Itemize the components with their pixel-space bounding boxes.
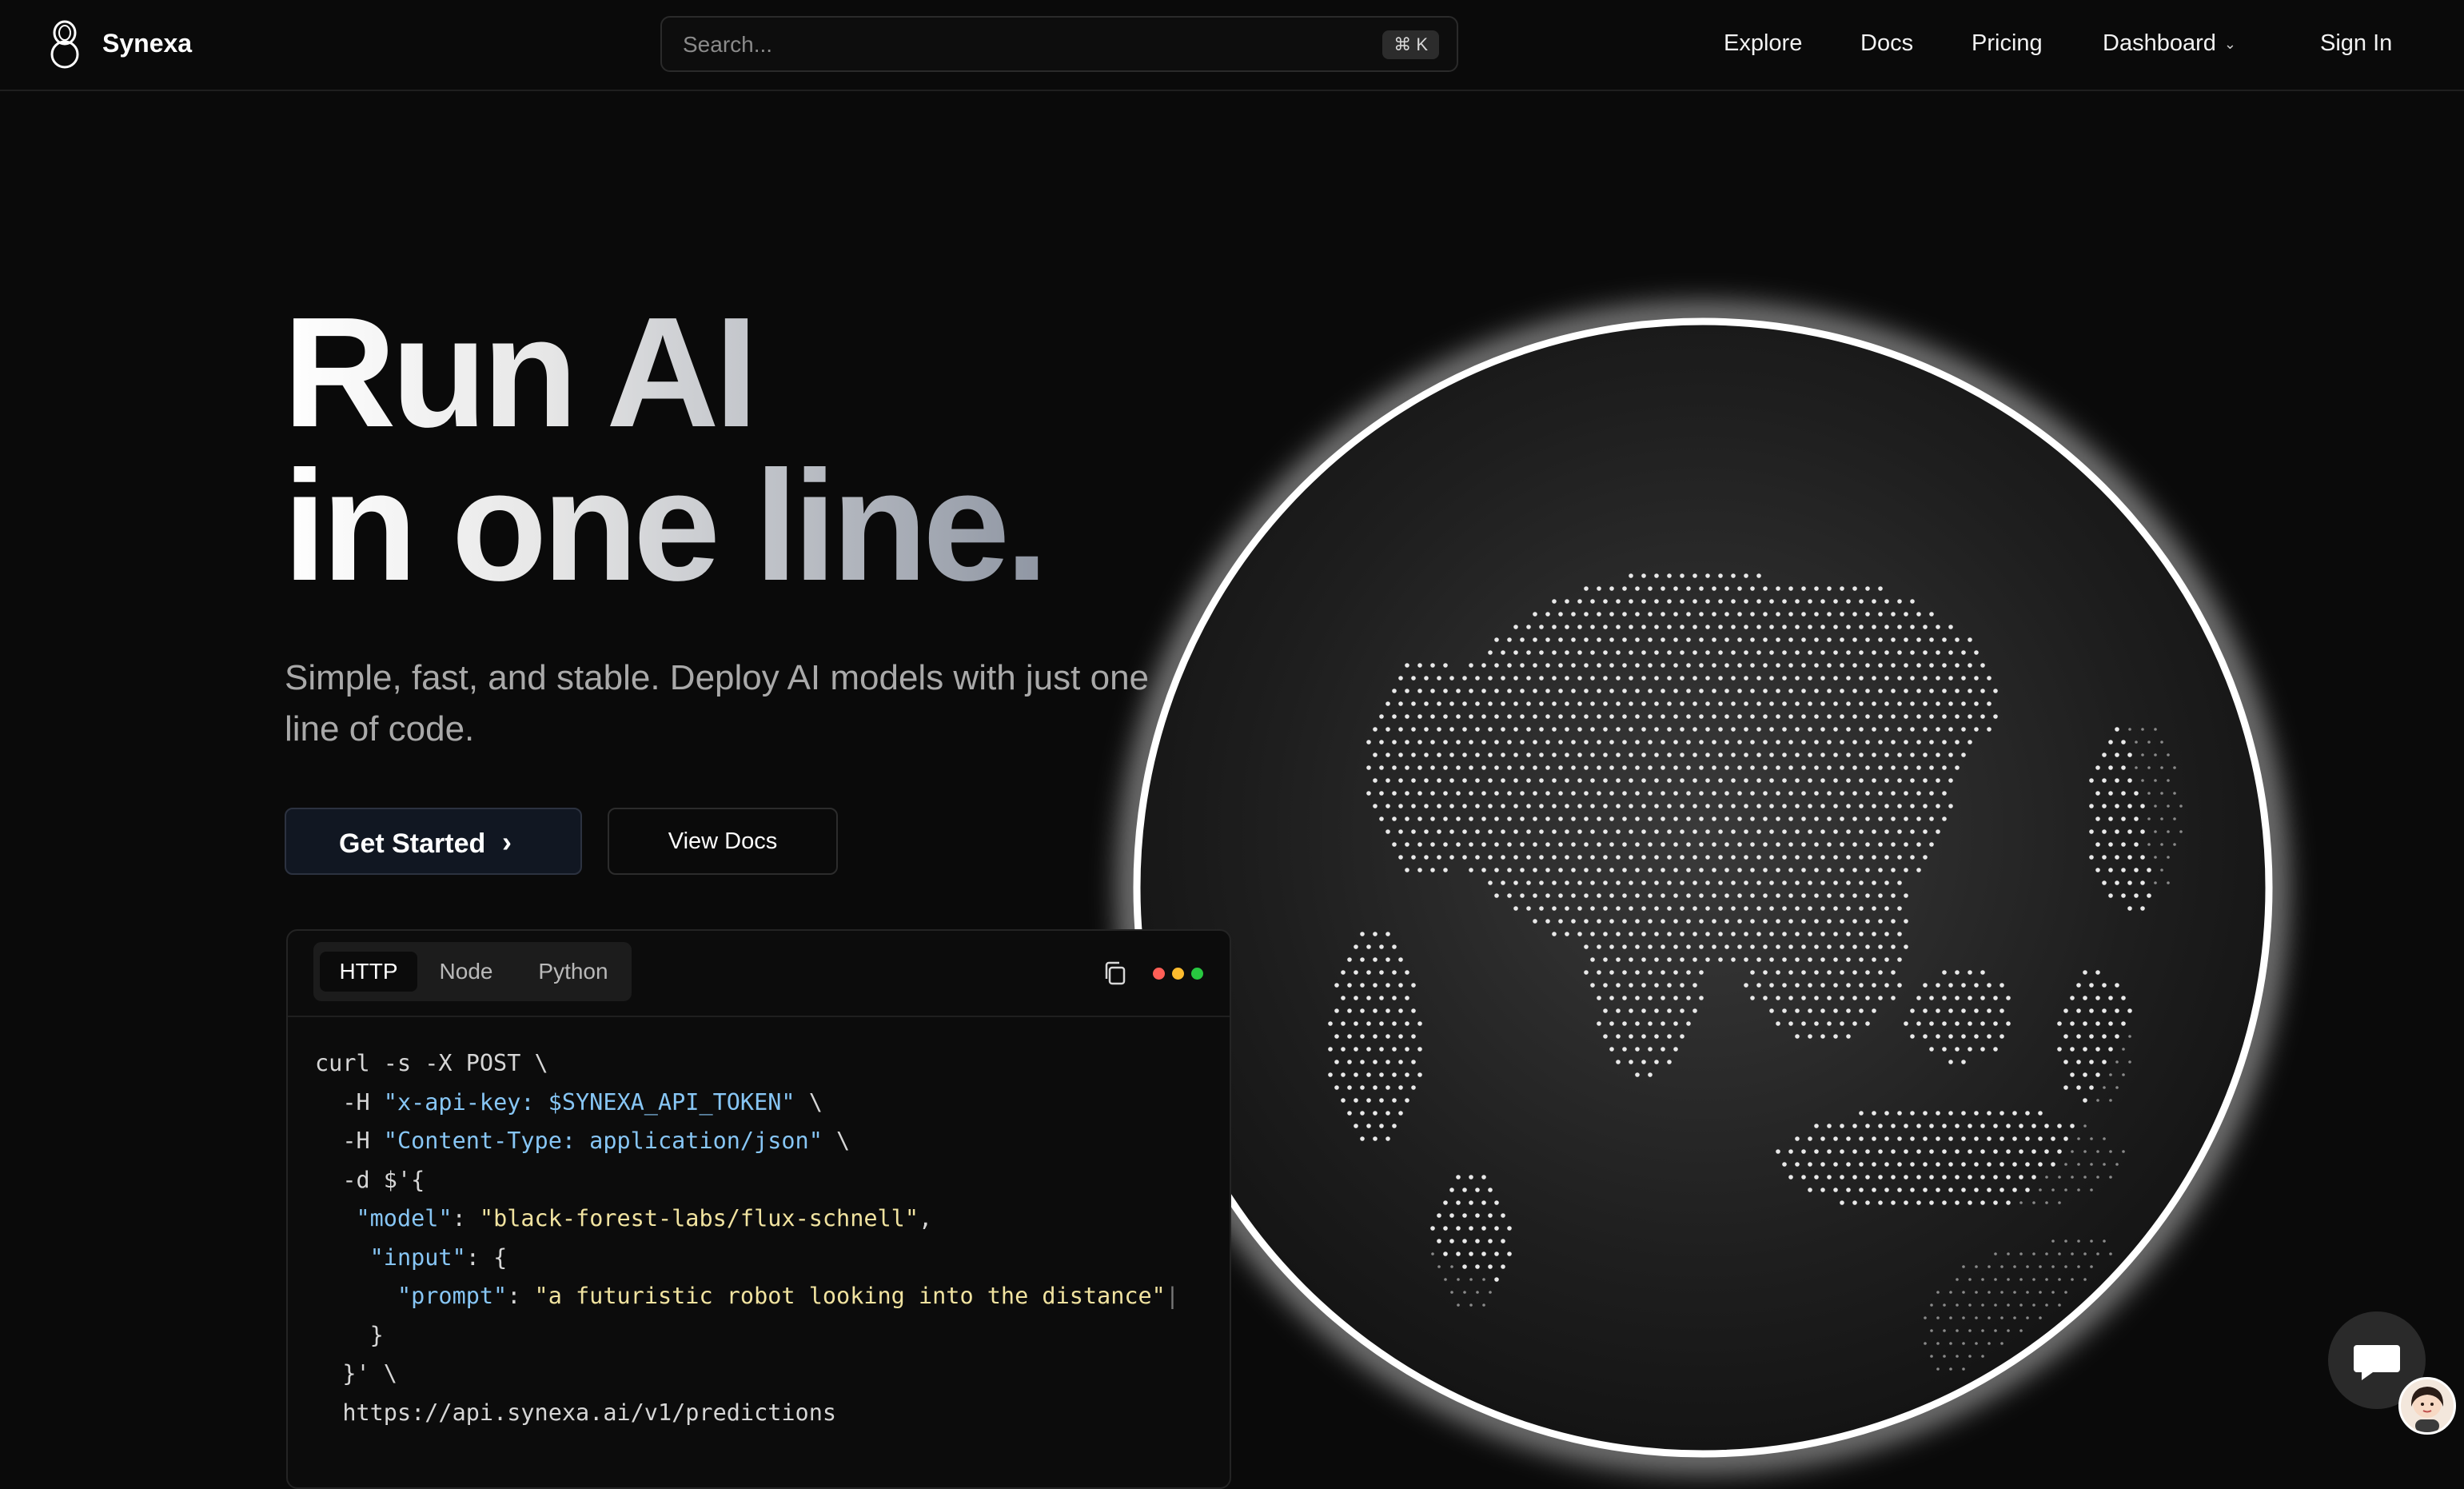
hero-title: Run AI in one line. <box>283 294 1044 605</box>
code-line: -H "Content-Type: application/json" \ <box>315 1128 851 1154</box>
hero-title-line-2: in one line. <box>283 438 1044 613</box>
minimize-dot-icon <box>1172 968 1184 980</box>
maximize-dot-icon <box>1191 968 1203 980</box>
tab-http[interactable]: HTTP <box>320 952 417 992</box>
code-line: "model": "black-forest-labs/flux-schnell… <box>315 1205 933 1232</box>
search-shortcut-badge: ⌘ K <box>1382 30 1439 59</box>
code-line: "input": { <box>315 1243 508 1271</box>
code-line: } <box>315 1321 384 1348</box>
view-docs-button[interactable]: View Docs <box>608 808 838 875</box>
code-line: }' \ <box>315 1360 397 1387</box>
chevron-right-icon: › <box>502 825 512 858</box>
code-line: -d $'{ <box>315 1166 425 1193</box>
copy-icon[interactable] <box>1102 960 1129 987</box>
logo-icon[interactable] <box>46 19 83 69</box>
close-dot-icon <box>1153 968 1165 980</box>
chevron-down-icon: ⌄ <box>2223 35 2236 52</box>
get-started-label: Get Started <box>339 828 486 859</box>
tab-python[interactable]: Python <box>520 952 627 992</box>
nav-dropdown-dashboard[interactable]: Dashboard ⌄ <box>2103 30 2236 57</box>
code-line: https://api.synexa.ai/v1/predictions <box>315 1399 837 1426</box>
top-navbar: Synexa ⌘ K Explore Docs Pricing Dashboar… <box>0 0 2464 91</box>
avatar-illustration <box>2410 1387 2444 1432</box>
avatar[interactable] <box>2398 1377 2456 1435</box>
code-line: "prompt": "a futuristic robot looking in… <box>315 1283 1180 1309</box>
search-input[interactable] <box>681 18 1324 72</box>
code-line: curl -s -X POST \ <box>315 1050 548 1076</box>
nav-link-docs[interactable]: Docs <box>1860 30 1913 57</box>
nav-link-pricing[interactable]: Pricing <box>1972 30 2043 57</box>
tab-node[interactable]: Node <box>422 952 510 992</box>
sign-in-link[interactable]: Sign In <box>2320 30 2392 57</box>
code-line: -H "x-api-key: $SYNEXA_API_TOKEN" \ <box>315 1088 823 1116</box>
code-block[interactable]: curl -s -X POST \ -H "x-api-key: $SYNEXA… <box>315 1044 1179 1432</box>
globe-illustration <box>1120 305 2286 1471</box>
code-card-header: HTTP Node Python <box>288 931 1230 1017</box>
hero-title-line-1: Run AI <box>283 285 754 460</box>
hero-subtitle: Simple, fast, and stable. Deploy AI mode… <box>285 658 1150 748</box>
brand-name[interactable]: Synexa <box>102 29 192 58</box>
search-box[interactable]: ⌘ K <box>660 16 1458 72</box>
code-example-card: HTTP Node Python curl -s -X POST \ -H "x… <box>286 929 1231 1489</box>
dashboard-label: Dashboard <box>2103 30 2216 56</box>
nav-link-explore[interactable]: Explore <box>1724 30 1802 57</box>
language-tabs: HTTP Node Python <box>313 942 632 1001</box>
get-started-button[interactable]: Get Started › <box>285 808 582 875</box>
